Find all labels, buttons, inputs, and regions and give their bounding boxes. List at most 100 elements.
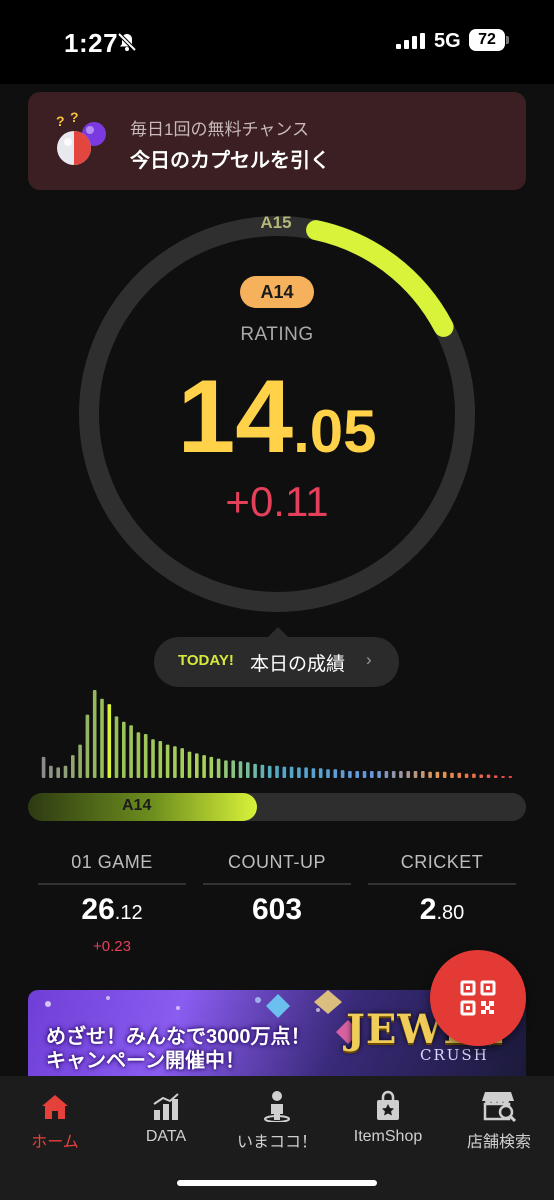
rating-progress-arc <box>306 220 454 337</box>
signal-icon <box>396 33 425 49</box>
histogram-bar <box>421 771 425 778</box>
stat-01-game-header: 01 GAME <box>71 852 153 872</box>
histogram-bar <box>202 755 206 778</box>
jewel-crush-logo-sub: CRUSH <box>420 1046 489 1064</box>
store-search-icon <box>482 1092 516 1122</box>
histogram-bar <box>457 772 462 778</box>
histogram-bar <box>362 771 367 778</box>
stat-01-game-int: 26 <box>81 893 115 926</box>
histogram-bar <box>173 746 177 778</box>
histogram-bar <box>231 760 235 778</box>
chevron-right-icon: › <box>366 650 372 669</box>
stat-divider <box>38 883 186 885</box>
histogram-bar <box>340 770 345 778</box>
histogram-bar <box>493 775 498 778</box>
capsule-icon: ? ? <box>56 110 106 165</box>
histogram-bar <box>151 739 155 778</box>
stat-01-game-dec: .12 <box>114 902 143 924</box>
chart-icon <box>153 1093 179 1120</box>
location-person-icon <box>264 1091 290 1122</box>
histogram-bar <box>442 771 447 778</box>
tab-home-label: ホーム <box>31 1134 79 1151</box>
banner-subheadline: キャンペーン開催中！ <box>46 1050 245 1072</box>
home-icon <box>42 1095 68 1119</box>
stat-count-up-header: COUNT-UP <box>228 852 326 872</box>
histogram-bar <box>122 721 126 778</box>
stat-cricket[interactable]: CRICKET <box>368 848 516 876</box>
tab-data[interactable]: DATA <box>111 1084 221 1146</box>
stat-divider <box>203 883 351 885</box>
histogram-bar <box>260 764 265 778</box>
histogram-bar <box>355 771 359 778</box>
histogram-bar <box>209 756 214 778</box>
rating-distribution-histogram <box>41 690 513 778</box>
stat-count-up-value: 603 <box>203 893 351 927</box>
stat-count-up[interactable]: COUNT-UP <box>203 848 351 876</box>
histogram-bar <box>391 771 396 778</box>
status-time: 1:27 <box>64 28 119 58</box>
histogram-bar <box>49 765 53 778</box>
histogram-bar <box>187 751 192 778</box>
histogram-bar <box>406 771 410 778</box>
histogram-bar <box>158 741 163 778</box>
tab-store-search-label: 店舗検索 <box>466 1134 531 1151</box>
histogram-bar <box>399 771 403 778</box>
histogram-bar <box>41 756 46 778</box>
histogram-bar <box>224 760 228 778</box>
histogram-bar <box>129 725 133 778</box>
histogram-bar <box>143 734 148 778</box>
histogram-bar <box>501 776 505 778</box>
rating-value-dec: .05 <box>293 398 377 465</box>
histogram-bar <box>85 714 90 778</box>
histogram-bar <box>370 771 374 778</box>
histogram-bar <box>450 772 454 778</box>
stat-count-up-int: 603 <box>251 893 303 926</box>
shopping-bag-icon <box>377 1090 399 1120</box>
capsule-subtitle: 毎日1回の無料チャンス <box>130 120 309 139</box>
tab-store-search[interactable]: 店舗検索 <box>444 1084 554 1152</box>
tab-itemshop-label: ItemShop <box>353 1128 423 1145</box>
histogram-bar <box>435 771 440 778</box>
bell-slash-icon <box>117 32 137 52</box>
histogram-bar <box>136 732 141 778</box>
histogram-bar <box>165 744 170 778</box>
tab-itemshop[interactable]: ItemShop <box>333 1084 443 1146</box>
stat-cricket-int: 2 <box>419 893 437 926</box>
home-indicator <box>177 1180 377 1186</box>
histogram-bar <box>92 690 97 778</box>
stat-01-game[interactable]: 01 GAME <box>38 848 186 876</box>
histogram-bar <box>289 766 294 778</box>
qr-code-icon <box>460 980 496 1016</box>
histogram-bar <box>326 769 330 778</box>
histogram-bar <box>282 766 287 778</box>
stat-01-game-value: 26.12 <box>38 893 186 927</box>
stat-divider <box>368 883 516 885</box>
histogram-bar <box>56 767 60 778</box>
rating-label: RATING <box>240 324 314 345</box>
rank-progress-track <box>28 793 526 821</box>
histogram-bar <box>297 767 301 778</box>
tab-imakoko[interactable]: いまココ！ <box>222 1084 332 1152</box>
histogram-bar <box>304 767 308 778</box>
stat-01-game-diff: +0.23 <box>93 938 131 955</box>
stat-cricket-header: CRICKET <box>400 852 484 872</box>
histogram-bar <box>107 704 112 778</box>
current-rank-badge: A14 <box>240 276 314 308</box>
today-tag: TODAY! <box>178 652 234 669</box>
histogram-bar <box>238 761 243 778</box>
histogram-bar <box>63 765 68 778</box>
next-rank-label: A15 <box>260 213 292 232</box>
histogram-bar <box>486 774 491 778</box>
tab-data-label: DATA <box>145 1128 187 1145</box>
svg-text:?: ? <box>56 113 65 129</box>
tab-home[interactable]: ホーム <box>0 1084 110 1152</box>
histogram-bar <box>318 768 323 778</box>
histogram-bar <box>508 776 513 778</box>
histogram-bar <box>428 771 432 778</box>
histogram-bar <box>100 698 104 778</box>
tab-imakoko-label: いまココ！ <box>236 1134 317 1151</box>
histogram-bar <box>464 773 469 778</box>
histogram-bar <box>377 771 381 778</box>
stat-cricket-value: 2.80 <box>368 893 516 927</box>
today-label: 本日の成績 <box>250 654 346 675</box>
